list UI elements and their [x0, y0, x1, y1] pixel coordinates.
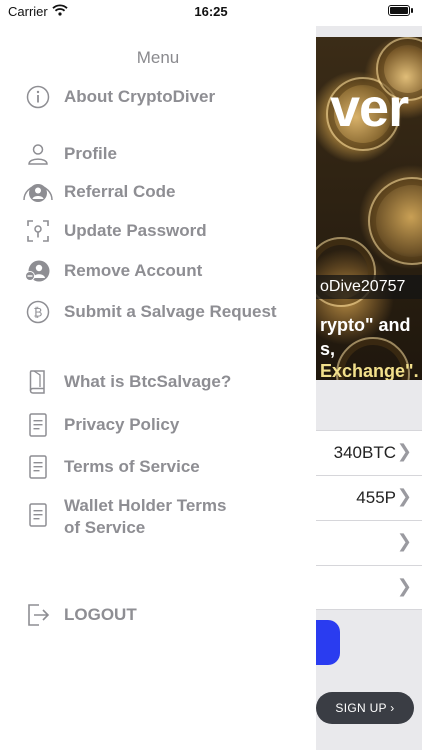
chevron-right-icon: ❯ [396, 531, 412, 551]
coin-image [368, 177, 422, 265]
hero-banner: ver oDive20757 rypto" and s, Exchange". [316, 37, 422, 380]
menu-item-label: Profile [64, 144, 117, 163]
menu-item-wallet-holder-terms[interactable]: Wallet Holder Terms of Service [22, 496, 312, 539]
menu-item-label-line: of Service [64, 518, 146, 537]
row-value: 340BTC [333, 443, 396, 462]
menu-item-label: What is BtcSalvage? [64, 372, 232, 391]
menu-item-label: Terms of Service [64, 457, 200, 476]
clock: 16:25 [194, 4, 228, 19]
hero-text: Exchange". [320, 361, 419, 380]
list-row-points[interactable]: 455P ❯ [316, 475, 422, 520]
menu-item-label: Remove Account [64, 261, 203, 280]
hero-text: s, [320, 339, 336, 359]
menu-item-terms-of-service[interactable]: Terms of Service [22, 450, 312, 484]
list-row[interactable]: ❯ [316, 520, 422, 565]
menu-item-label: Submit a Salvage Request [64, 302, 277, 321]
svg-text:₿: ₿ [34, 306, 43, 320]
menu-item-label: Wallet Holder Terms of Service [64, 495, 226, 539]
chevron-right-icon: ❯ [396, 441, 412, 461]
document-icon [22, 412, 54, 438]
hero-title: ver [330, 78, 409, 138]
chevron-right-icon: ❯ [396, 576, 412, 596]
chevron-right-icon: ❯ [396, 486, 412, 506]
lock-scan-icon [22, 218, 54, 244]
menu-item-profile[interactable]: Profile [22, 137, 312, 171]
menu-item-logout[interactable]: LOGOUT [22, 598, 312, 632]
document-icon [22, 454, 54, 480]
list-row[interactable]: ❯ [316, 565, 422, 610]
bitcoin-icon: ₿ [22, 299, 54, 325]
menu-item-privacy-policy[interactable]: Privacy Policy [22, 408, 312, 442]
info-icon [22, 84, 54, 110]
menu-title: Menu [136, 48, 180, 67]
menu-item-label: Update Password [64, 221, 207, 240]
logout-icon [22, 602, 54, 628]
referral-icon [22, 179, 54, 205]
battery-icon [388, 5, 413, 16]
menu-item-update-password[interactable]: Update Password [22, 214, 312, 248]
hero-username: oDive20757 [316, 275, 422, 299]
menu-item-submit-salvage-request[interactable]: ₿ Submit a Salvage Request [22, 295, 312, 329]
menu-item-label: Privacy Policy [64, 415, 180, 434]
book-icon [22, 369, 54, 395]
hero-text: rypto" and [320, 315, 411, 335]
status-bar: Carrier 16:25 [0, 0, 422, 26]
document-icon [22, 502, 54, 528]
menu-item-what-is-btcsalvage[interactable]: What is BtcSalvage? [22, 365, 312, 399]
menu-item-remove-account[interactable]: Remove Account [22, 254, 312, 288]
side-drawer: Menu About CryptoDiver Profile Referral … [0, 0, 316, 750]
menu-item-label: About CryptoDiver [64, 87, 216, 106]
person-icon [22, 141, 54, 167]
sign-up-button[interactable]: SIGN UP › [316, 692, 414, 724]
menu-item-label: LOGOUT [64, 605, 137, 624]
sign-up-label: SIGN UP [335, 701, 387, 715]
menu-item-label-line: Wallet Holder Terms [64, 496, 227, 515]
menu-item-referral-code[interactable]: Referral Code [22, 175, 312, 209]
menu-item-label: Referral Code [64, 182, 176, 201]
remove-person-icon [22, 258, 54, 284]
list-row-btc[interactable]: 340BTC ❯ [316, 430, 422, 475]
row-value: 455P [356, 488, 396, 507]
menu-item-about[interactable]: About CryptoDiver [22, 80, 312, 114]
